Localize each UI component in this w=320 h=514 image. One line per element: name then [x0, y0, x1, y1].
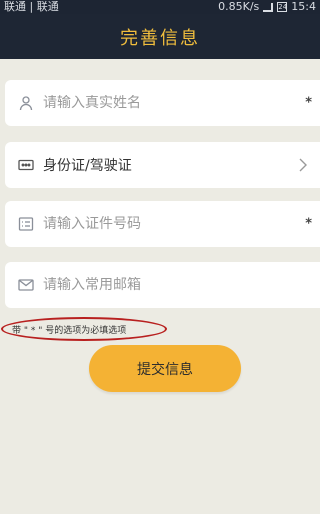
network-speed: 0.85K/s [218, 0, 260, 13]
email-input[interactable] [43, 277, 283, 293]
id-number-field[interactable]: * [5, 201, 320, 247]
chevron-right-icon [299, 158, 307, 172]
required-marker: * [305, 216, 312, 232]
id-card-icon [17, 156, 35, 174]
submit-button[interactable]: 提交信息 [89, 345, 241, 392]
id-type-value: 身份证/驾驶证 [43, 158, 132, 174]
battery-icon: 24 [277, 2, 288, 12]
required-marker: * [305, 95, 312, 111]
status-bar: 联通 | 联通 0.85K/s 24 15:4 [0, 0, 320, 14]
id-type-selector[interactable]: 身份证/驾驶证 [5, 142, 320, 188]
clock: 15:4 [291, 0, 316, 13]
header-bar: 完善信息 [0, 14, 320, 59]
user-icon [17, 94, 35, 112]
name-input[interactable] [43, 95, 283, 111]
status-right: 0.85K/s 24 15:4 [218, 1, 316, 13]
document-list-icon [17, 215, 35, 233]
required-note: 带 " * " 号的选项为必填选项 [12, 326, 127, 336]
name-field[interactable]: * [5, 80, 320, 126]
signal-icon [263, 2, 274, 12]
page-title: 完善信息 [120, 27, 200, 49]
email-field[interactable] [5, 262, 320, 308]
envelope-icon [17, 276, 35, 294]
carrier-label: 联通 | 联通 [4, 0, 59, 13]
id-number-input[interactable] [43, 216, 283, 232]
